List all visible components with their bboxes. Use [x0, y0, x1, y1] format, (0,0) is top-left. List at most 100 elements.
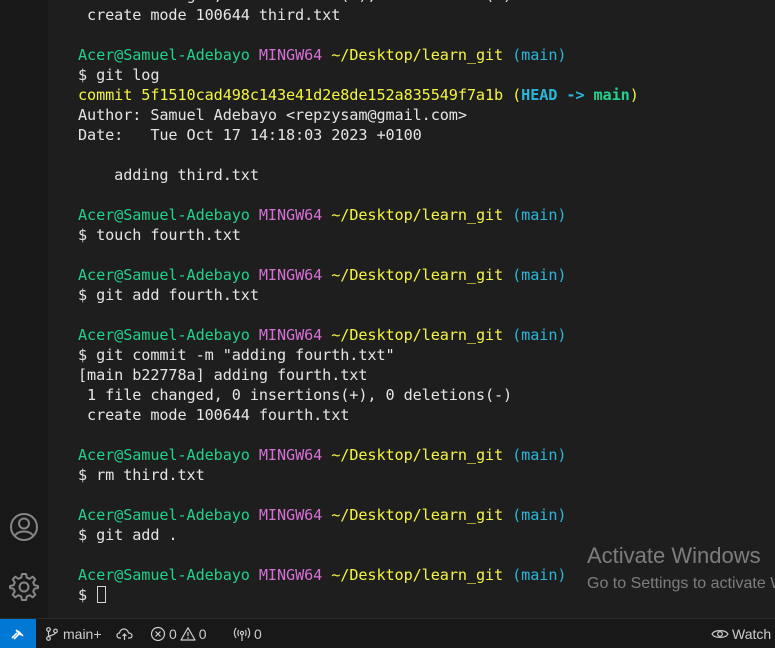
publish-branch-button[interactable]	[116, 619, 134, 648]
terminal-line: $ git log	[78, 65, 775, 85]
terminal-text-segment: [main b22778a] adding fourth.txt	[78, 366, 368, 384]
terminal-text-segment: Acer@Samuel-Adebayo	[78, 326, 250, 344]
terminal-text-segment: MINGW64	[258, 206, 323, 224]
terminal-text-segment: $	[78, 586, 97, 604]
terminal-line: commit 5f1510cad498c143e41d2e8de152a8355…	[78, 85, 775, 105]
terminal-text-segment: Acer@Samuel-Adebayo	[78, 506, 250, 524]
terminal-line: $ git add .	[78, 525, 775, 545]
terminal-text-segment: (main)	[512, 46, 567, 64]
terminal-line: 1 file changed, 0 insertions(+), 0 delet…	[78, 385, 775, 405]
terminal-text-segment: ~/Desktop/learn_git	[331, 266, 504, 284]
terminal-text-segment: (main)	[512, 206, 567, 224]
accounts-icon[interactable]	[8, 511, 40, 543]
terminal-line: Date: Tue Oct 17 14:18:03 2023 +0100	[78, 125, 775, 145]
terminal-line: $	[78, 585, 775, 605]
vscode-window: 1 file changed, 0 insertions(+), 0 delet…	[0, 0, 775, 648]
terminal-text-segment: Acer@Samuel-Adebayo	[78, 446, 250, 464]
activity-bar	[0, 0, 48, 618]
terminal-output: 1 file changed, 0 insertions(+), 0 delet…	[78, 0, 775, 605]
terminal-line: create mode 100644 third.txt	[78, 5, 775, 25]
terminal-text-segment: ~/Desktop/learn_git	[331, 566, 504, 584]
terminal-line: Acer@Samuel-Adebayo MINGW64 ~/Desktop/le…	[78, 505, 775, 525]
terminal-text-segment: MINGW64	[258, 566, 323, 584]
broadcast-icon	[233, 627, 251, 641]
branch-status[interactable]: main+	[44, 619, 102, 648]
terminal-text-segment: MINGW64	[258, 446, 323, 464]
terminal-text-segment: $ git commit -m "adding fourth.txt"	[78, 346, 395, 364]
terminal-text-segment: MINGW64	[258, 326, 323, 344]
terminal-text-segment: Acer@Samuel-Adebayo	[78, 566, 250, 584]
terminal-line: Author: Samuel Adebayo <repzysam@gmail.c…	[78, 105, 775, 125]
terminal-text-segment: (main)	[512, 326, 567, 344]
terminal-text-segment: $ touch fourth.txt	[78, 226, 241, 244]
terminal-text-segment: Acer@Samuel-Adebayo	[78, 206, 250, 224]
watch-label: Watch	[732, 625, 772, 642]
terminal-text-segment: $ git add fourth.txt	[78, 286, 259, 304]
terminal-text-segment: $ rm third.txt	[78, 466, 205, 484]
terminal-panel[interactable]: 1 file changed, 0 insertions(+), 0 delet…	[48, 0, 775, 618]
settings-gear-icon[interactable]	[8, 571, 40, 603]
ports-status[interactable]: 0	[233, 619, 262, 648]
terminal-line: create mode 100644 fourth.txt	[78, 405, 775, 425]
remote-icon	[11, 628, 24, 640]
terminal-line: Acer@Samuel-Adebayo MINGW64 ~/Desktop/le…	[78, 445, 775, 465]
remote-indicator-button[interactable]	[0, 619, 36, 648]
status-bar: main+ 0 0 0 Watch	[0, 618, 775, 648]
terminal-line: adding third.txt	[78, 165, 775, 185]
terminal-text-segment: create mode 100644 fourth.txt	[78, 406, 350, 424]
terminal-text-segment: ~/Desktop/learn_git	[331, 206, 504, 224]
cloud-upload-icon	[116, 627, 133, 640]
terminal-text-segment: ~/Desktop/learn_git	[331, 46, 504, 64]
terminal-text-segment: MINGW64	[258, 506, 323, 524]
terminal-text-segment: create mode 100644 third.txt	[78, 6, 341, 24]
terminal-text-segment: $ git log	[78, 66, 160, 84]
terminal-text-segment: main	[593, 86, 630, 104]
terminal-text-segment: (main)	[512, 506, 567, 524]
warning-icon	[180, 626, 196, 641]
terminal-line: Acer@Samuel-Adebayo MINGW64 ~/Desktop/le…	[78, 325, 775, 345]
terminal-text-segment: )	[629, 86, 639, 104]
source-control-branch-icon	[46, 626, 58, 641]
terminal-line: Acer@Samuel-Adebayo MINGW64 ~/Desktop/le…	[78, 265, 775, 285]
terminal-line: $ rm third.txt	[78, 465, 775, 485]
warning-count: 0	[198, 625, 207, 642]
terminal-line: Acer@Samuel-Adebayo MINGW64 ~/Desktop/le…	[78, 205, 775, 225]
terminal-text-segment: 1 file changed, 0 insertions(+), 0 delet…	[78, 386, 513, 404]
terminal-text-segment: Date: Tue Oct 17 14:18:03 2023 +0100	[78, 126, 422, 144]
terminal-line: Acer@Samuel-Adebayo MINGW64 ~/Desktop/le…	[78, 565, 775, 585]
terminal-line: Acer@Samuel-Adebayo MINGW64 ~/Desktop/le…	[78, 45, 775, 65]
terminal-text-segment: 1 file changed, 0 insertions(+), 0 delet…	[78, 0, 512, 4]
terminal-text-segment: Author: Samuel Adebayo <repzysam@gmail.c…	[78, 106, 467, 124]
problems-status[interactable]: 0 0	[150, 619, 207, 648]
terminal-text-segment: HEAD ->	[521, 86, 594, 104]
terminal-text-segment: ~/Desktop/learn_git	[331, 326, 504, 344]
watch-button[interactable]: Watch	[711, 619, 771, 648]
terminal-cursor	[97, 586, 107, 603]
terminal-line: $ touch fourth.txt	[78, 225, 775, 245]
branch-name: main+	[63, 625, 102, 642]
terminal-text-segment: MINGW64	[258, 46, 323, 64]
terminal-text-segment: Acer@Samuel-Adebayo	[78, 266, 250, 284]
